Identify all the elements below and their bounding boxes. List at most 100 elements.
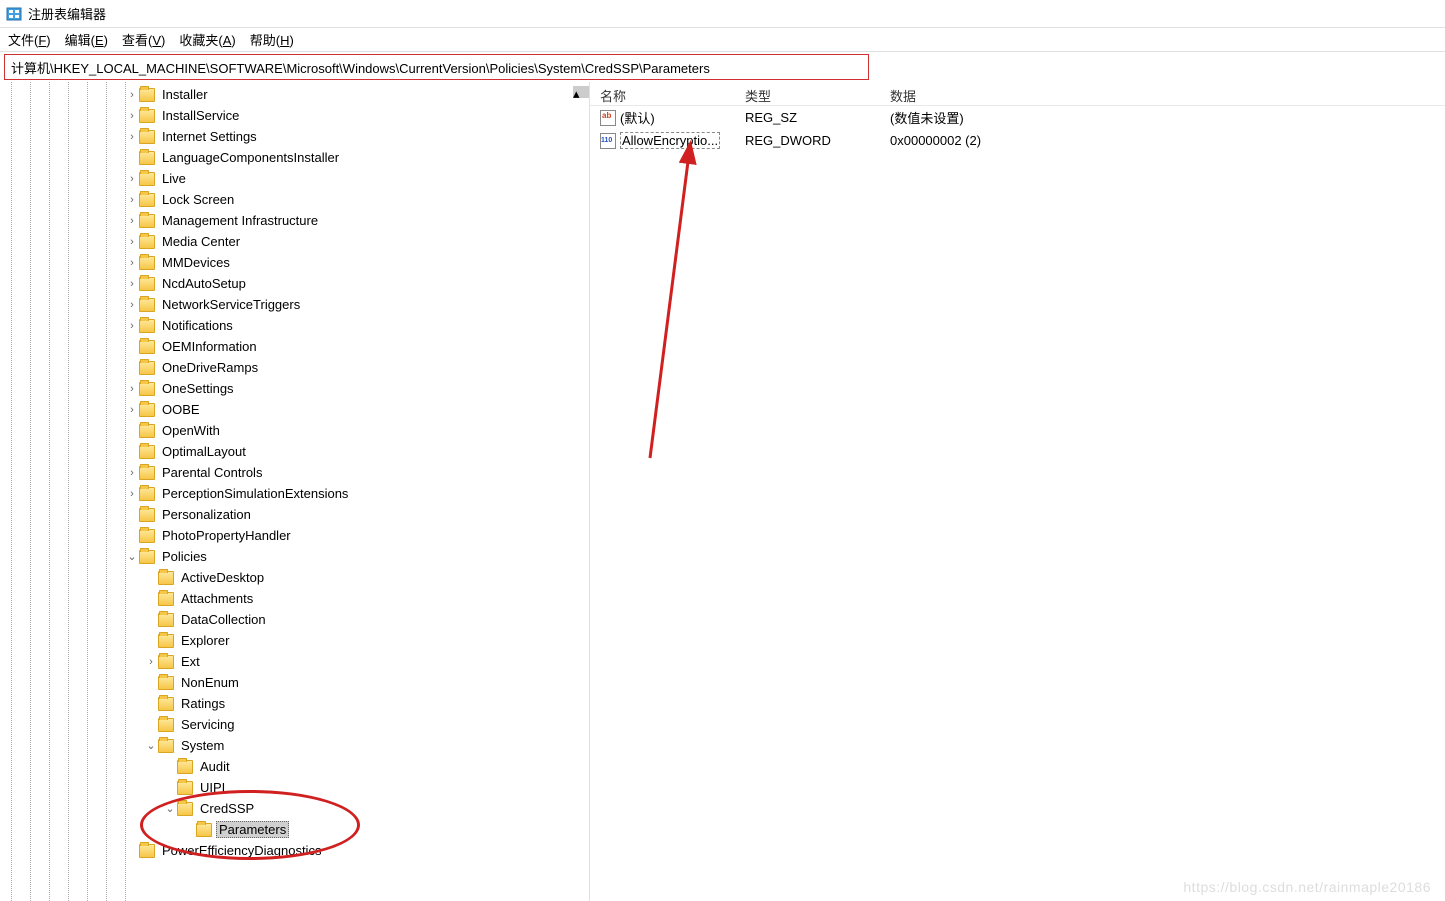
folder-icon xyxy=(139,466,155,480)
tree-item[interactable]: ⌄ System xyxy=(0,735,589,756)
expand-icon[interactable]: › xyxy=(125,110,139,122)
expand-icon[interactable]: › xyxy=(125,257,139,269)
menu-help[interactable]: 帮助(H) xyxy=(250,30,294,49)
list-row[interactable]: (默认)REG_SZ(数值未设置) xyxy=(590,106,1445,129)
value-name: AllowEncryptio... xyxy=(620,132,720,149)
expand-icon[interactable]: › xyxy=(144,656,158,668)
expand-icon[interactable]: › xyxy=(125,467,139,479)
menu-favorites[interactable]: 收藏夹(A) xyxy=(179,30,235,49)
tree-item[interactable]: Parameters xyxy=(0,819,589,840)
folder-icon xyxy=(158,592,174,606)
folder-icon xyxy=(177,760,193,774)
list-panel[interactable]: 名称 类型 数据 (默认)REG_SZ(数值未设置)AllowEncryptio… xyxy=(590,82,1445,901)
tree-item-label: Live xyxy=(159,170,189,187)
value-data: 0x00000002 (2) xyxy=(880,131,1445,150)
tree-item-label: Ext xyxy=(178,653,203,670)
collapse-icon[interactable]: ⌄ xyxy=(163,802,177,815)
tree-item[interactable]: OptimalLayout xyxy=(0,441,589,462)
tree-item[interactable]: ⌄CredSSP xyxy=(0,798,589,819)
window-title: 注册表编辑器 xyxy=(28,4,106,23)
tree-item-label: OneSettings xyxy=(159,380,237,397)
collapse-icon[interactable]: ⌄ xyxy=(125,550,139,563)
tree-item[interactable]: ›NcdAutoSetup xyxy=(0,273,589,294)
tree-item[interactable]: Personalization xyxy=(0,504,589,525)
address-bar[interactable]: 计算机\HKEY_LOCAL_MACHINE\SOFTWARE\Microsof… xyxy=(4,54,869,80)
tree-item[interactable]: › OneSettings xyxy=(0,378,589,399)
expand-icon[interactable]: › xyxy=(125,383,139,395)
tree-item[interactable]: OpenWith xyxy=(0,420,589,441)
tree-item[interactable]: ›InstallService xyxy=(0,105,589,126)
folder-icon xyxy=(158,571,174,585)
tree-item[interactable]: Attachments xyxy=(0,588,589,609)
tree-item[interactable]: ⌄ Policies xyxy=(0,546,589,567)
col-header-data[interactable]: 数据 xyxy=(880,82,1445,105)
tree-panel[interactable]: ▴ ›Installer›InstallService›Internet Set… xyxy=(0,82,590,901)
tree-item[interactable]: › Notifications xyxy=(0,315,589,336)
tree-item[interactable]: ›OOBE xyxy=(0,399,589,420)
tree-item[interactable]: ›Media Center xyxy=(0,231,589,252)
tree-item[interactable]: Audit xyxy=(0,756,589,777)
tree-item[interactable]: ›Internet Settings xyxy=(0,126,589,147)
tree-scroll-up[interactable]: ▴ xyxy=(573,86,589,98)
tree-item[interactable]: OneDriveRamps xyxy=(0,357,589,378)
folder-icon xyxy=(158,718,174,732)
tree-item-label: Audit xyxy=(197,758,233,775)
tree-item[interactable]: ›MMDevices xyxy=(0,252,589,273)
expand-icon[interactable]: › xyxy=(125,173,139,185)
tree-item[interactable]: › Live xyxy=(0,168,589,189)
tree-item[interactable]: LanguageComponentsInstaller xyxy=(0,147,589,168)
tree-item[interactable]: NonEnum xyxy=(0,672,589,693)
expand-icon[interactable]: › xyxy=(125,299,139,311)
tree-item[interactable]: PowerEfficiencyDiagnostics xyxy=(0,840,589,861)
expand-icon[interactable]: › xyxy=(125,194,139,206)
expand-icon[interactable]: › xyxy=(125,320,139,332)
tree-item[interactable]: ›Parental Controls xyxy=(0,462,589,483)
tree-item-label: Notifications xyxy=(159,317,236,334)
folder-icon xyxy=(139,550,155,564)
menu-file[interactable]: 文件(F) xyxy=(8,30,51,49)
expand-icon[interactable]: › xyxy=(125,278,139,290)
tree-item-label: Policies xyxy=(159,548,210,565)
tree-item[interactable]: ›NetworkServiceTriggers xyxy=(0,294,589,315)
tree-item-label: ActiveDesktop xyxy=(178,569,267,586)
reg-dword-icon xyxy=(600,133,616,149)
tree-item-label: PowerEfficiencyDiagnostics xyxy=(159,842,324,859)
tree-item[interactable]: PhotoPropertyHandler xyxy=(0,525,589,546)
tree-item[interactable]: ›Management Infrastructure xyxy=(0,210,589,231)
folder-icon xyxy=(139,130,155,144)
folder-icon xyxy=(139,298,155,312)
menu-view[interactable]: 查看(V) xyxy=(122,30,165,49)
titlebar: 注册表编辑器 xyxy=(0,0,1445,28)
expand-icon[interactable]: › xyxy=(125,215,139,227)
tree-item[interactable]: OEMInformation xyxy=(0,336,589,357)
folder-icon xyxy=(139,277,155,291)
expand-icon[interactable]: › xyxy=(125,488,139,500)
col-header-name[interactable]: 名称 xyxy=(590,82,735,105)
tree-item[interactable]: ActiveDesktop xyxy=(0,567,589,588)
tree-item-label: DataCollection xyxy=(178,611,269,628)
expand-icon[interactable]: › xyxy=(125,131,139,143)
tree-item[interactable]: Explorer xyxy=(0,630,589,651)
list-row[interactable]: AllowEncryptio...REG_DWORD0x00000002 (2) xyxy=(590,129,1445,152)
menu-edit[interactable]: 编辑(E) xyxy=(65,30,108,49)
expand-icon[interactable]: › xyxy=(125,236,139,248)
tree-item[interactable]: ›Installer xyxy=(0,84,589,105)
tree-item[interactable]: ›PerceptionSimulationExtensions xyxy=(0,483,589,504)
annotation-arrow xyxy=(620,138,700,468)
tree-item[interactable]: DataCollection xyxy=(0,609,589,630)
expand-icon[interactable]: › xyxy=(125,404,139,416)
col-header-type[interactable]: 类型 xyxy=(735,82,880,105)
tree-item[interactable]: Servicing xyxy=(0,714,589,735)
tree-item[interactable]: Ratings xyxy=(0,693,589,714)
list-header: 名称 类型 数据 xyxy=(590,82,1445,106)
tree-item-label: Ratings xyxy=(178,695,228,712)
tree-item[interactable]: UIPI xyxy=(0,777,589,798)
tree-item-label: Personalization xyxy=(159,506,254,523)
tree-item[interactable]: ›Lock Screen xyxy=(0,189,589,210)
tree-item-label: System xyxy=(178,737,227,754)
expand-icon[interactable]: › xyxy=(125,89,139,101)
collapse-icon[interactable]: ⌄ xyxy=(144,739,158,752)
folder-icon xyxy=(139,235,155,249)
tree-item[interactable]: › Ext xyxy=(0,651,589,672)
value-name: (默认) xyxy=(620,108,655,127)
